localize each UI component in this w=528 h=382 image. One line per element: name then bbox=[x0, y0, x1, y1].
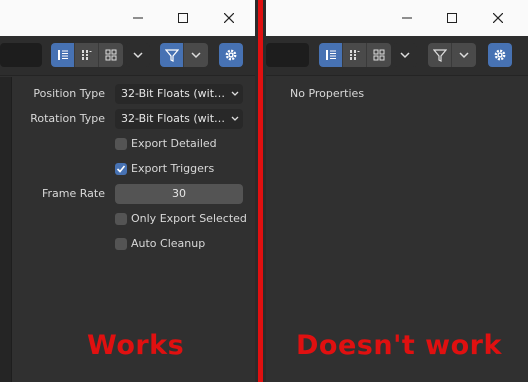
chevron-down-icon bbox=[133, 52, 143, 59]
rotation-type-row: Rotation Type 32-Bit Floats (with D... bbox=[0, 109, 255, 129]
checkmark-icon bbox=[116, 165, 126, 173]
doesnt-work-caption: Doesn't work bbox=[296, 330, 502, 361]
export-triggers-checkbox[interactable]: Export Triggers bbox=[115, 159, 214, 179]
panel-left: Position Type 32-Bit Floats (with D... R… bbox=[0, 0, 255, 382]
maximize-button[interactable] bbox=[172, 7, 194, 29]
chevron-down-icon bbox=[191, 52, 201, 59]
close-button[interactable] bbox=[487, 7, 509, 29]
frame-rate-label: Frame Rate bbox=[42, 187, 105, 200]
auto-cleanup-checkbox[interactable]: Auto Cleanup bbox=[115, 234, 205, 254]
filter-group bbox=[160, 43, 208, 67]
filter-options-button[interactable] bbox=[184, 43, 208, 67]
works-caption: Works bbox=[87, 330, 185, 361]
tree-view-button[interactable] bbox=[75, 43, 99, 67]
checkbox-box bbox=[115, 238, 127, 250]
maximize-icon bbox=[447, 13, 457, 23]
grid-view-icon bbox=[373, 49, 385, 61]
settings-button-wrap bbox=[488, 43, 512, 67]
tree-view-button[interactable] bbox=[343, 43, 367, 67]
display-options-dropdown[interactable] bbox=[393, 43, 417, 67]
search-input[interactable] bbox=[0, 43, 42, 67]
panel-right: No Properties Doesn't work bbox=[266, 0, 528, 382]
close-button[interactable] bbox=[218, 7, 240, 29]
checkbox-box bbox=[115, 163, 127, 175]
frame-rate-field[interactable]: 30 bbox=[115, 184, 243, 204]
minimize-button[interactable] bbox=[127, 7, 149, 29]
maximize-button[interactable] bbox=[441, 7, 463, 29]
filter-options-button[interactable] bbox=[452, 43, 476, 67]
chevron-down-icon bbox=[459, 52, 469, 59]
checkbox-box bbox=[115, 213, 127, 225]
chevron-down-icon bbox=[400, 52, 410, 59]
position-type-label: Position Type bbox=[33, 87, 105, 100]
title-bar bbox=[0, 0, 255, 36]
rotation-type-dropdown[interactable]: 32-Bit Floats (with D... bbox=[115, 109, 243, 129]
tree-view-icon bbox=[349, 50, 359, 60]
chevron-down-icon bbox=[231, 91, 239, 96]
settings-button-wrap bbox=[219, 43, 243, 67]
file-browser-toolbar bbox=[266, 36, 528, 76]
display-mode-group bbox=[51, 43, 123, 67]
grid-view-button[interactable] bbox=[99, 43, 123, 67]
close-icon bbox=[493, 13, 503, 23]
settings-button[interactable] bbox=[219, 43, 243, 67]
filter-icon bbox=[164, 49, 179, 62]
rotation-type-label: Rotation Type bbox=[30, 112, 105, 125]
export-detailed-checkbox[interactable]: Export Detailed bbox=[115, 134, 217, 154]
grid-view-icon bbox=[105, 49, 117, 61]
list-view-icon bbox=[325, 50, 336, 60]
position-type-value: 32-Bit Floats (with D... bbox=[121, 87, 243, 100]
filter-icon bbox=[432, 49, 447, 62]
title-bar bbox=[266, 0, 528, 36]
search-input[interactable] bbox=[266, 43, 309, 67]
minimize-button[interactable] bbox=[396, 7, 418, 29]
only-export-selected-checkbox[interactable]: Only Export Selected bbox=[115, 209, 247, 229]
rotation-type-value: 32-Bit Floats (with D... bbox=[121, 112, 243, 125]
list-view-button[interactable] bbox=[51, 43, 75, 67]
chevron-down-icon bbox=[231, 116, 239, 121]
gear-icon bbox=[225, 49, 237, 61]
grid-view-button[interactable] bbox=[367, 43, 391, 67]
list-view-icon bbox=[57, 50, 68, 60]
display-mode-group bbox=[319, 43, 391, 67]
position-type-row: Position Type 32-Bit Floats (with D... bbox=[0, 84, 255, 104]
checkbox-box bbox=[115, 138, 127, 150]
filter-button[interactable] bbox=[428, 43, 452, 67]
export-triggers-label: Export Triggers bbox=[131, 162, 215, 175]
minimize-icon bbox=[133, 17, 143, 19]
minimize-icon bbox=[402, 17, 412, 19]
file-browser-toolbar bbox=[0, 36, 255, 76]
red-separator bbox=[258, 0, 263, 382]
close-icon bbox=[224, 13, 234, 23]
tree-view-icon bbox=[81, 50, 91, 60]
frame-rate-row: Frame Rate 30 bbox=[0, 184, 255, 204]
no-properties-text: No Properties bbox=[290, 87, 365, 100]
settings-button[interactable] bbox=[488, 43, 512, 67]
maximize-icon bbox=[178, 13, 188, 23]
auto-cleanup-label: Auto Cleanup bbox=[131, 237, 206, 250]
filter-button[interactable] bbox=[160, 43, 184, 67]
filter-group bbox=[428, 43, 476, 67]
list-view-button[interactable] bbox=[319, 43, 343, 67]
position-type-dropdown[interactable]: 32-Bit Floats (with D... bbox=[115, 84, 243, 104]
display-options-dropdown[interactable] bbox=[126, 43, 150, 67]
export-detailed-label: Export Detailed bbox=[131, 137, 217, 150]
gear-icon bbox=[494, 49, 506, 61]
only-export-selected-label: Only Export Selected bbox=[131, 212, 247, 225]
